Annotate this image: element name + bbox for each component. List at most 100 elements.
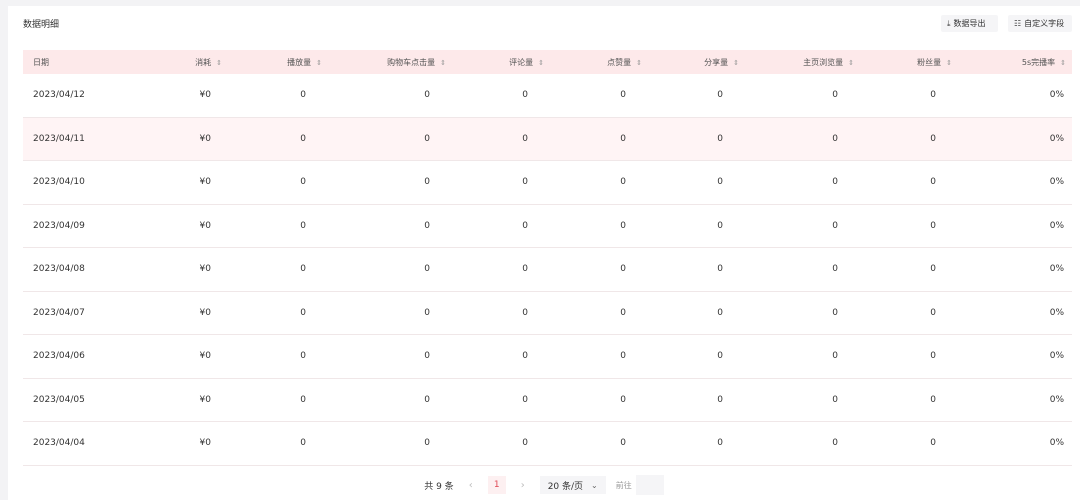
table-cell: 0 xyxy=(522,438,528,449)
table-cell: 0 xyxy=(832,351,838,362)
goto-label: 前往 xyxy=(615,480,632,490)
table-cell: 0 xyxy=(424,351,430,362)
table-cell: 0 xyxy=(522,307,528,318)
table-cell: 0 xyxy=(717,177,723,188)
table-cell: ¥0 xyxy=(199,220,211,231)
table-cell: 0 xyxy=(717,90,723,101)
table-row: 2023/04/10 ¥0 0 0 0 0 0 0 0 0% xyxy=(23,161,1072,205)
export-data-button[interactable]: ⤓ 数据导出 xyxy=(941,15,998,32)
table-cell: 0 xyxy=(522,90,528,101)
column-header-comments[interactable]: 评论量 ⇕ xyxy=(452,57,550,68)
column-header-date[interactable]: 日期 xyxy=(23,57,133,68)
table-cell: 2023/04/10 xyxy=(33,177,85,188)
table-cell: 0 xyxy=(832,394,838,405)
table-cell: 0 xyxy=(424,438,430,449)
table-cell: ¥0 xyxy=(199,90,211,101)
column-header-profile-views[interactable]: 主页浏览量 ⇕ xyxy=(745,57,860,68)
table-cell: 0 xyxy=(832,307,838,318)
column-header-shares[interactable]: 分享量 ⇕ xyxy=(648,57,745,68)
sort-icon[interactable]: ⇕ xyxy=(848,59,854,67)
next-page-button[interactable]: › xyxy=(516,480,530,491)
table-cell: 0 xyxy=(620,220,626,231)
table-cell: 0 xyxy=(930,133,936,144)
table-cell: 0 xyxy=(832,133,838,144)
table-cell: 0% xyxy=(1049,133,1064,144)
table-cell: 2023/04/08 xyxy=(33,264,85,275)
download-icon: ⤓ xyxy=(947,18,951,28)
table-cell: 2023/04/07 xyxy=(33,307,85,318)
sort-icon[interactable]: ⇕ xyxy=(733,59,739,67)
table-cell: ¥0 xyxy=(199,307,211,318)
table-cell: 0 xyxy=(620,177,626,188)
page-size-value: 20 条/页 xyxy=(547,481,584,492)
table-row: 2023/04/05 ¥0 0 0 0 0 0 0 0 0% xyxy=(23,379,1072,422)
table-cell: 0 xyxy=(424,177,430,188)
table-body: 2023/04/12 ¥0 0 0 0 0 0 0 0 0% 2023/04/11 ¥0 0 0 0 0 0 0 0… xyxy=(23,74,1072,466)
total-count: 共 9 条 xyxy=(424,481,454,492)
table-cell: 0% xyxy=(1049,438,1064,449)
columns-icon: ☷ xyxy=(1014,18,1022,28)
table-cell: 0 xyxy=(620,438,626,449)
table-cell: 0 xyxy=(424,90,430,101)
table-cell: 0 xyxy=(930,438,936,449)
sort-icon[interactable]: ⇕ xyxy=(440,59,446,67)
table-cell: 0% xyxy=(1049,90,1064,101)
page-size-select[interactable]: 20 条/页 ⌄ xyxy=(539,476,606,494)
table-cell: 2023/04/09 xyxy=(33,220,85,231)
column-header-likes[interactable]: 点赞量 ⇕ xyxy=(550,57,648,68)
table-cell: 0 xyxy=(522,351,528,362)
table-cell: 0 xyxy=(620,307,626,318)
column-header-plays[interactable]: 播放量 ⇕ xyxy=(228,57,328,68)
prev-page-button[interactable]: ‹ xyxy=(464,480,478,491)
table-cell: 0 xyxy=(717,264,723,275)
custom-fields-button[interactable]: ☷ 自定义字段 xyxy=(1008,15,1072,32)
table-cell: 2023/04/06 xyxy=(33,351,85,362)
column-header-followers[interactable]: 粉丝量 ⇕ xyxy=(860,57,958,68)
table-cell: 0 xyxy=(930,394,936,405)
table-row: 2023/04/11 ¥0 0 0 0 0 0 0 0 0% xyxy=(23,117,1072,161)
table-cell: 0 xyxy=(300,220,306,231)
table-row: 2023/04/09 ¥0 0 0 0 0 0 0 0 0% xyxy=(23,205,1072,248)
goto-page-input[interactable] xyxy=(635,475,664,495)
table-cell: 0% xyxy=(1049,351,1064,362)
sort-icon[interactable]: ⇕ xyxy=(946,59,952,67)
table-cell: 0 xyxy=(522,133,528,144)
table-cell: 0% xyxy=(1049,264,1064,275)
sort-icon[interactable]: ⇕ xyxy=(216,59,222,67)
column-header-cart-clicks[interactable]: 购物车点击量 ⇕ xyxy=(328,57,452,68)
sort-icon[interactable]: ⇕ xyxy=(316,59,322,67)
sort-icon[interactable]: ⇕ xyxy=(636,59,642,67)
table-cell: 0% xyxy=(1049,307,1064,318)
table-header: 日期 消耗 ⇕ 播放量 ⇕ 购物车点击量 ⇕ 评论量 ⇕ 点赞量 ⇕ 分享量 ⇕ 主页浏览量… xyxy=(23,50,1072,74)
data-detail-card: 数据明细 ⤓ 数据导出 ☷ 自定义字段 日期 消耗 ⇕ 播放量 ⇕ 购物车点击量 ⇕ … xyxy=(8,6,1080,500)
table-cell: ¥0 xyxy=(199,438,211,449)
table-cell: 0 xyxy=(717,351,723,362)
table-cell: 0 xyxy=(832,264,838,275)
table-cell: 0 xyxy=(930,220,936,231)
table-row: 2023/04/04 ¥0 0 0 0 0 0 0 0 0% xyxy=(23,422,1072,466)
table-cell: 0 xyxy=(832,90,838,101)
table-cell: 0 xyxy=(620,394,626,405)
table-cell: ¥0 xyxy=(199,264,211,275)
table-cell: 0 xyxy=(930,307,936,318)
table-row: 2023/04/06 ¥0 0 0 0 0 0 0 0 0% xyxy=(23,335,1072,379)
table-cell: 0 xyxy=(832,177,838,188)
table-cell: ¥0 xyxy=(199,133,211,144)
table-cell: 0 xyxy=(717,220,723,231)
table-cell: 0 xyxy=(424,307,430,318)
table-cell: 0 xyxy=(424,264,430,275)
table-cell: 0 xyxy=(717,438,723,449)
sort-icon[interactable]: ⇕ xyxy=(1060,59,1066,67)
table-cell: 0 xyxy=(300,351,306,362)
table-cell: 0 xyxy=(717,133,723,144)
sort-icon[interactable]: ⇕ xyxy=(538,59,544,67)
column-header-5s-completion[interactable]: 5s完播率 ⇕ xyxy=(958,57,1072,68)
table-cell: 0 xyxy=(930,90,936,101)
table-row: 2023/04/12 ¥0 0 0 0 0 0 0 0 0% xyxy=(23,74,1072,118)
page-number-current[interactable]: 1 xyxy=(487,476,506,494)
table-cell: 0 xyxy=(300,307,306,318)
table-cell: 0 xyxy=(522,220,528,231)
column-header-cost[interactable]: 消耗 ⇕ xyxy=(133,57,228,68)
table-cell: 0 xyxy=(832,220,838,231)
table-cell: 0 xyxy=(522,264,528,275)
